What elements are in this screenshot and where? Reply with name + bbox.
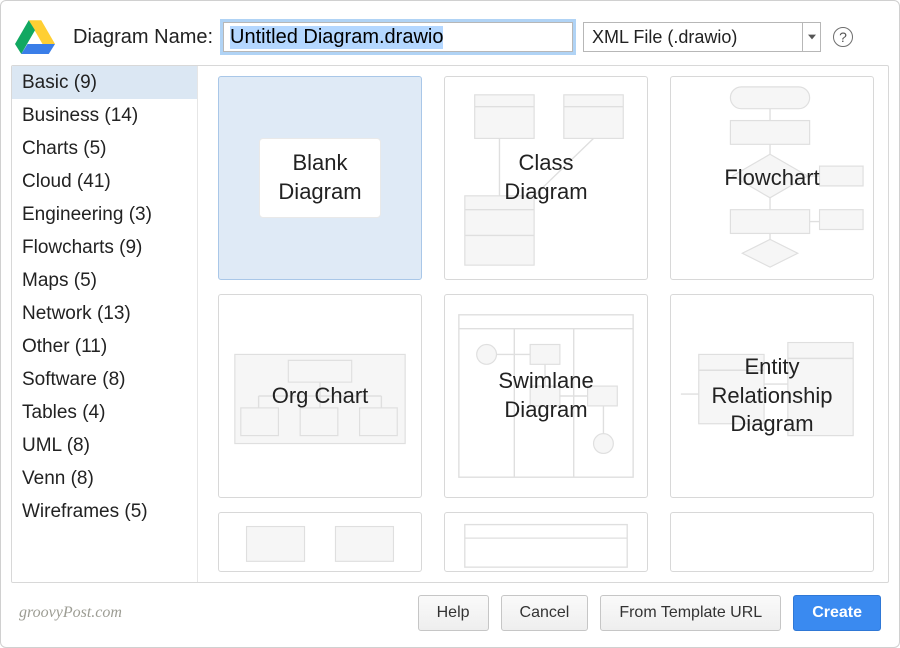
sidebar-item-label: Engineering (3): [22, 204, 152, 225]
template-tile-partial[interactable]: [670, 512, 874, 572]
sidebar-item-business[interactable]: Business (14): [12, 99, 197, 132]
template-tile-label: Entity Relationship Diagram: [701, 347, 842, 445]
chevron-down-icon: [802, 23, 820, 51]
sidebar-item-label: Venn (8): [22, 468, 94, 489]
sidebar-item-label: Wireframes (5): [22, 501, 148, 522]
sidebar-item-flowcharts[interactable]: Flowcharts (9): [12, 231, 197, 264]
diagram-name-label: Diagram Name:: [73, 26, 213, 49]
sidebar-item-tables[interactable]: Tables (4): [12, 396, 197, 429]
template-blank-diagram[interactable]: Blank Diagram: [218, 76, 422, 280]
template-swimlane-diagram[interactable]: Swimlane Diagram: [444, 294, 648, 498]
diagram-preview-icon: [445, 513, 647, 571]
template-panel: Blank Diagram: [198, 66, 888, 582]
sidebar-item-software[interactable]: Software (8): [12, 363, 197, 396]
google-drive-icon: [15, 19, 55, 55]
template-tile-label: Class Diagram: [494, 143, 597, 212]
help-icon[interactable]: ?: [833, 27, 853, 47]
category-sidebar: Basic (9) Business (14) Charts (5) Cloud…: [12, 66, 198, 582]
file-extension-selected: XML File (.drawio): [592, 27, 737, 48]
dialog-footer: groovyPost.com Help Cancel From Template…: [1, 583, 899, 647]
sidebar-item-maps[interactable]: Maps (5): [12, 264, 197, 297]
create-button[interactable]: Create: [793, 595, 881, 631]
sidebar-item-charts[interactable]: Charts (5): [12, 132, 197, 165]
new-diagram-dialog: Diagram Name: XML File (.drawio) ? Basic…: [0, 0, 900, 648]
sidebar-item-label: Business (14): [22, 105, 138, 126]
sidebar-item-label: Maps (5): [22, 270, 97, 291]
sidebar-item-label: Charts (5): [22, 138, 106, 159]
template-flowchart[interactable]: Flowchart: [670, 76, 874, 280]
template-class-diagram[interactable]: Class Diagram: [444, 76, 648, 280]
sidebar-item-other[interactable]: Other (11): [12, 330, 197, 363]
template-tile-label: Blank Diagram: [259, 138, 380, 217]
diagram-name-input[interactable]: [223, 22, 573, 52]
template-tile-partial[interactable]: [218, 512, 422, 572]
from-template-url-button[interactable]: From Template URL: [600, 595, 781, 631]
sidebar-item-label: Other (11): [22, 336, 107, 357]
sidebar-item-label: UML (8): [22, 435, 90, 456]
sidebar-item-network[interactable]: Network (13): [12, 297, 197, 330]
sidebar-item-venn[interactable]: Venn (8): [12, 462, 197, 495]
cancel-button[interactable]: Cancel: [501, 595, 589, 631]
sidebar-item-engineering[interactable]: Engineering (3): [12, 198, 197, 231]
template-tile-label: Org Chart: [262, 376, 379, 417]
diagram-preview-icon: [219, 513, 421, 571]
dialog-body: Basic (9) Business (14) Charts (5) Cloud…: [11, 65, 889, 583]
sidebar-item-label: Basic (9): [22, 72, 97, 93]
file-extension-select[interactable]: XML File (.drawio): [583, 22, 821, 52]
sidebar-item-basic[interactable]: Basic (9): [12, 66, 197, 99]
template-org-chart[interactable]: Org Chart: [218, 294, 422, 498]
watermark-text: groovyPost.com: [19, 604, 122, 622]
sidebar-item-wireframes[interactable]: Wireframes (5): [12, 495, 197, 528]
sidebar-item-uml[interactable]: UML (8): [12, 429, 197, 462]
template-tile-label: Flowchart: [714, 158, 829, 199]
template-entity-relationship[interactable]: Entity Relationship Diagram: [670, 294, 874, 498]
template-tile-label: Swimlane Diagram: [488, 361, 603, 430]
sidebar-item-label: Network (13): [22, 303, 131, 324]
sidebar-item-label: Cloud (41): [22, 171, 111, 192]
template-tile-partial[interactable]: [444, 512, 648, 572]
help-button[interactable]: Help: [418, 595, 489, 631]
sidebar-item-label: Software (8): [22, 369, 125, 390]
sidebar-item-cloud[interactable]: Cloud (41): [12, 165, 197, 198]
sidebar-item-label: Flowcharts (9): [22, 237, 142, 258]
dialog-header: Diagram Name: XML File (.drawio) ?: [1, 1, 899, 65]
sidebar-item-label: Tables (4): [22, 402, 105, 423]
